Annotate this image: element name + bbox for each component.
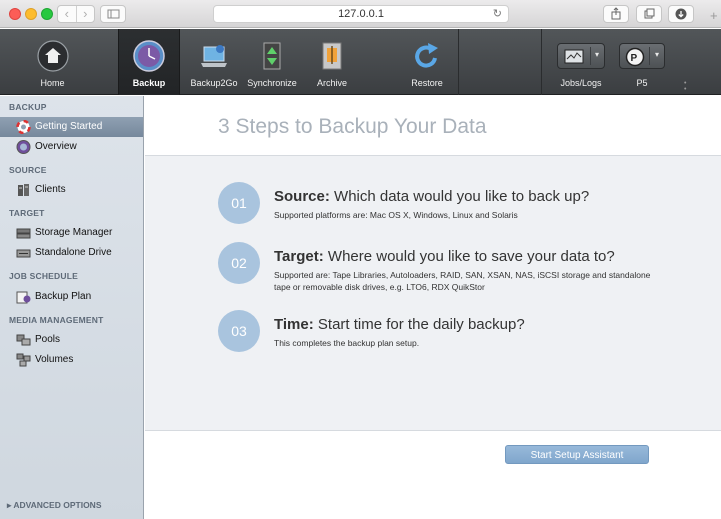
pools-icon bbox=[16, 334, 31, 346]
tabs-icon bbox=[644, 8, 655, 19]
sidebar-section-source: SOURCE bbox=[9, 165, 47, 175]
volumes-icon bbox=[16, 353, 31, 367]
jobs-logs-dropdown[interactable]: ▾ bbox=[557, 43, 605, 69]
server-tower-icon bbox=[18, 184, 29, 196]
sidebar-item-label: Pools bbox=[35, 334, 61, 345]
toolbar-overflow-icon[interactable]: • • bbox=[684, 80, 686, 93]
toolbar-restore-label: Restore bbox=[411, 78, 443, 88]
advanced-options-label: ADVANCED OPTIONS bbox=[13, 500, 102, 510]
sidebar-item-standalone-drive[interactable]: Standalone Drive bbox=[0, 243, 143, 263]
sidebar-item-label: Overview bbox=[35, 141, 77, 152]
back-arrow-icon[interactable]: ‹ bbox=[58, 6, 77, 22]
url-text: 127.0.0.1 bbox=[338, 8, 384, 20]
sidebar-item-label: Backup Plan bbox=[35, 291, 92, 302]
sidebar-item-pools[interactable]: Pools bbox=[0, 330, 143, 350]
page-header: 3 Steps to Backup Your Data bbox=[145, 96, 721, 156]
chevron-down-icon: ▾ bbox=[594, 50, 599, 59]
restore-arrow-icon bbox=[415, 43, 438, 68]
toolbar-home[interactable]: Home bbox=[0, 29, 105, 95]
home-icon bbox=[36, 40, 69, 72]
main-content: 3 Steps to Backup Your Data 01 Source: W… bbox=[145, 96, 721, 519]
history-nav: ‹ › bbox=[57, 5, 95, 23]
share-button[interactable] bbox=[603, 5, 629, 23]
backup-clock-icon bbox=[133, 40, 165, 72]
sidebar-item-label: Standalone Drive bbox=[35, 247, 112, 258]
close-window-button[interactable] bbox=[9, 8, 21, 20]
sidebar-section-target: TARGET bbox=[9, 208, 45, 218]
sidebar-item-label: Storage Manager bbox=[35, 227, 113, 238]
backup-plan-icon bbox=[16, 291, 31, 304]
sidebar-icon bbox=[107, 9, 120, 19]
p5-logo-icon: P bbox=[625, 47, 645, 67]
chevron-down-icon: ▾ bbox=[654, 50, 659, 59]
step-description: This completes the backup plan setup. bbox=[274, 338, 420, 348]
sidebar-item-label: Clients bbox=[35, 184, 66, 195]
advanced-options-toggle[interactable]: ▸ ADVANCED OPTIONS bbox=[7, 500, 101, 511]
tape-drive-icon bbox=[16, 249, 31, 258]
archive-icon bbox=[322, 42, 342, 70]
step-number-badge: 03 bbox=[218, 310, 260, 352]
sidebar-item-clients[interactable]: Clients bbox=[0, 180, 143, 200]
sync-icon bbox=[263, 42, 281, 70]
toolbar-divider bbox=[458, 29, 459, 95]
download-icon bbox=[675, 8, 687, 20]
sidebar-item-label: Getting Started bbox=[35, 121, 103, 132]
svg-text:P: P bbox=[631, 53, 638, 64]
toolbar-restore[interactable]: Restore bbox=[400, 29, 454, 95]
app-toolbar: Home Backup Backup2Go Synchronize Archiv… bbox=[0, 29, 721, 95]
disclosure-triangle-icon: ▸ bbox=[7, 500, 12, 510]
sidebar-item-label: Volumes bbox=[35, 354, 74, 365]
new-tab-icon[interactable]: + bbox=[710, 8, 718, 23]
sidebar-toggle-button[interactable] bbox=[100, 5, 126, 23]
monitor-graph-icon bbox=[564, 49, 584, 64]
laptop-icon bbox=[201, 45, 227, 67]
toolbar-synchronize[interactable]: Synchronize bbox=[246, 29, 298, 95]
jobs-logs-label: Jobs/Logs bbox=[560, 78, 602, 88]
zoom-window-button[interactable] bbox=[41, 8, 53, 20]
forward-arrow-icon[interactable]: › bbox=[77, 6, 95, 22]
toolbar-server[interactable]: P ▾ P5 bbox=[614, 29, 670, 95]
toolbar-home-label: Home bbox=[40, 78, 65, 88]
sidebar-item-getting-started[interactable]: Getting Started bbox=[0, 117, 143, 137]
sidebar-item-volumes[interactable]: Volumes bbox=[0, 350, 143, 370]
toolbar-backup2go-label: Backup2Go bbox=[190, 78, 238, 88]
address-bar[interactable]: 127.0.0.1 ↻ bbox=[213, 5, 509, 23]
step-description: Supported platforms are: Mac OS X, Windo… bbox=[274, 210, 518, 220]
toolbar-archive-label: Archive bbox=[316, 78, 347, 88]
lifebuoy-icon bbox=[16, 120, 31, 134]
sidebar-item-storage-manager[interactable]: Storage Manager bbox=[0, 223, 143, 243]
step-heading: Target: Where would you like to save you… bbox=[274, 248, 615, 265]
sidebar-section-job-schedule: JOB SCHEDULE bbox=[9, 271, 78, 281]
step-number-badge: 01 bbox=[218, 182, 260, 224]
reload-icon[interactable]: ↻ bbox=[493, 6, 502, 22]
step-heading: Time: Start time for the daily backup? bbox=[274, 316, 525, 333]
toolbar-backup2go[interactable]: Backup2Go bbox=[183, 29, 245, 95]
sidebar-item-backup-plan[interactable]: Backup Plan bbox=[0, 287, 143, 307]
page-footer: Start Setup Assistant bbox=[145, 430, 721, 519]
sidebar-section-media-management: MEDIA MANAGEMENT bbox=[9, 315, 104, 325]
step-heading: Source: Which data would you like to bac… bbox=[274, 188, 590, 205]
toolbar-synchronize-label: Synchronize bbox=[247, 78, 297, 88]
sidebar-item-overview[interactable]: Overview bbox=[0, 137, 143, 157]
sidebar-section-backup: BACKUP bbox=[9, 102, 47, 112]
toolbar-jobs-logs[interactable]: ▾ Jobs/Logs bbox=[548, 29, 614, 95]
page-title: 3 Steps to Backup Your Data bbox=[218, 115, 487, 138]
server-dropdown[interactable]: P ▾ bbox=[619, 43, 665, 69]
downloads-button[interactable] bbox=[668, 5, 694, 23]
step-number-badge: 02 bbox=[218, 242, 260, 284]
step-description: Supported are: Tape Libraries, Autoloade… bbox=[274, 270, 651, 292]
server-label: P5 bbox=[636, 78, 648, 88]
browser-chrome: ‹ › 127.0.0.1 ↻ + bbox=[0, 0, 721, 28]
overview-clock-icon bbox=[16, 140, 31, 154]
storage-rack-icon bbox=[16, 228, 31, 239]
toolbar-divider bbox=[541, 29, 542, 95]
toolbar-backup[interactable]: Backup bbox=[118, 29, 180, 95]
tabs-overview-button[interactable] bbox=[636, 5, 662, 23]
share-icon bbox=[611, 7, 621, 20]
sidebar: BACKUP Getting Started Overview SOURCE C… bbox=[0, 96, 144, 519]
toolbar-backup-label: Backup bbox=[132, 78, 166, 88]
toolbar-archive[interactable]: Archive bbox=[306, 29, 358, 95]
start-setup-assistant-button[interactable]: Start Setup Assistant bbox=[505, 445, 649, 464]
minimize-window-button[interactable] bbox=[25, 8, 37, 20]
